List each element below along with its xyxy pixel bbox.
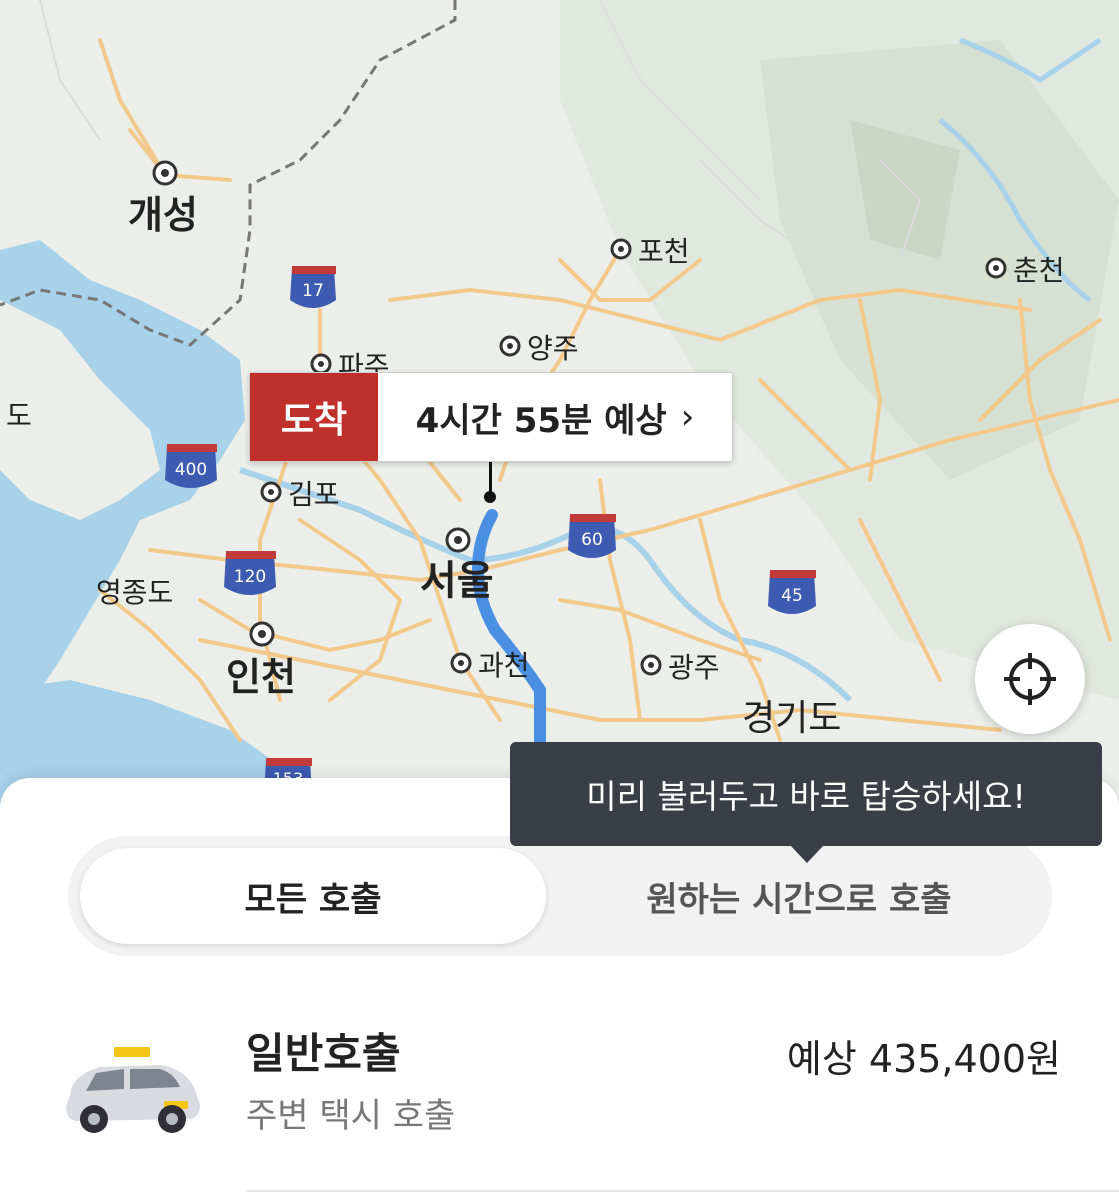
eta-callout[interactable]: 도착 4시간 55분 예상 › [249, 372, 733, 462]
destination-pin-dot [484, 491, 496, 503]
svg-text:17: 17 [302, 281, 324, 301]
highway-shield-45: 45 [768, 570, 816, 614]
tooltip-text: 미리 불러두고 바로 탑승하세요! [586, 777, 1026, 816]
svg-text:400: 400 [175, 460, 207, 480]
map-label-gwangju: 광주 [668, 651, 720, 684]
highway-shield-400: 400 [165, 444, 217, 488]
svg-text:60: 60 [581, 530, 603, 550]
list-divider [246, 1190, 1119, 1192]
map-label-pocheon: 포천 [638, 235, 690, 268]
tab-all-calls[interactable]: 모든 호출 [80, 848, 546, 944]
svg-text:120: 120 [234, 567, 266, 587]
map-label-kaesong: 개성 [128, 193, 198, 237]
ride-option-estimated-price: 예상 435,400원 [786, 1037, 1061, 1081]
map-label-ganghwa-partial: 도 [6, 399, 32, 432]
map-label-gyeonggido: 경기도 [742, 698, 841, 739]
ride-option-subtitle: 주변 택시 호출 [246, 1096, 456, 1136]
map-label-gwacheon: 과천 [478, 649, 530, 682]
chevron-right-icon: › [680, 397, 695, 437]
svg-text:45: 45 [781, 586, 803, 606]
highway-shield-17: 17 [290, 266, 336, 308]
eta-text-wrap: 4시간 55분 예상 › [378, 373, 732, 461]
taxi-icon [60, 1045, 206, 1137]
map-label-yeongjongdo: 영종도 [96, 576, 173, 609]
highway-shield-120: 120 [224, 551, 276, 595]
highway-shield-60: 60 [568, 514, 616, 558]
map-label-gimpo: 김포 [288, 478, 340, 511]
eta-arrival-badge: 도착 [250, 373, 378, 461]
crosshair-icon [1004, 653, 1056, 705]
map-label-chuncheon: 춘천 [1013, 254, 1065, 287]
map-label-seoul: 서울 [420, 558, 494, 604]
eta-duration: 4시간 55분 예상 [415, 400, 667, 441]
call-type-segmented-control: 모든 호출 원하는 시간으로 호출 [68, 836, 1052, 956]
tooltip-arrow [790, 845, 824, 863]
map-label-incheon: 인천 [226, 655, 296, 699]
current-location-button[interactable] [975, 624, 1085, 734]
map-label-yangju: 양주 [527, 332, 579, 365]
ride-option-title: 일반호출 [246, 1029, 401, 1078]
scheduled-call-tooltip: 미리 불러두고 바로 탑승하세요! [510, 742, 1102, 846]
